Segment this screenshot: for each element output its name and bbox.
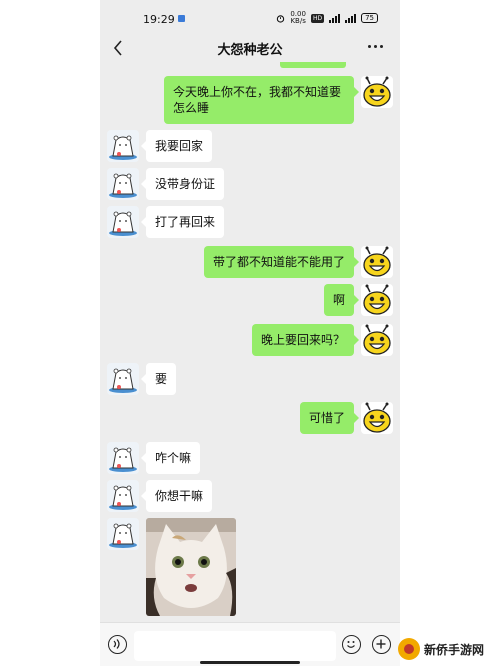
- chat-header: 大怨种老公: [100, 36, 400, 62]
- chat-title: 大怨种老公: [217, 43, 283, 58]
- home-indicator[interactable]: [200, 661, 300, 664]
- contact-avatar[interactable]: [107, 206, 139, 238]
- contact-avatar[interactable]: [107, 130, 139, 162]
- bear-avatar-icon: [107, 518, 139, 550]
- cat-sticker-photo[interactable]: [146, 518, 236, 616]
- message-bubble-in[interactable]: 打了再回来: [140, 206, 225, 238]
- bee-avatar-icon: [361, 324, 393, 356]
- watermark: 新侨手游网: [398, 636, 498, 662]
- bear-avatar-icon: [107, 480, 139, 512]
- message-bubble-in[interactable]: 没带身份证: [140, 168, 225, 200]
- input-bar: [100, 622, 400, 666]
- message-list[interactable]: 今天晚上你不在，我都不知道要怎么睡 我要回家 没带身份证 打了再回来 带了都不知…: [100, 62, 400, 622]
- app-notification-icon: [178, 15, 185, 22]
- bee-avatar-icon: [361, 284, 393, 316]
- bee-avatar-icon: [361, 246, 393, 278]
- message-bubble-in[interactable]: 我要回家: [140, 130, 213, 162]
- contact-avatar[interactable]: [107, 442, 139, 474]
- signal-icon-2: [345, 13, 357, 23]
- bear-avatar-icon: [107, 130, 139, 162]
- emoji-icon[interactable]: [342, 635, 361, 654]
- contact-avatar[interactable]: [107, 363, 139, 395]
- network-speed: 0.00 KB/s: [290, 11, 306, 25]
- watermark-logo-icon: [398, 638, 420, 660]
- plus-sign-icon: [376, 639, 386, 649]
- status-bar: 19:29 0.00 KB/s HD 75: [100, 0, 400, 36]
- bear-avatar-icon: [107, 206, 139, 238]
- battery-indicator: 75: [361, 13, 378, 23]
- message-bubble-out[interactable]: 晚上要回来吗？: [251, 324, 360, 356]
- phone-screen: 19:29 0.00 KB/s HD 75 大怨种老公 今天晚上你不在，我都不知…: [100, 0, 400, 666]
- contact-avatar[interactable]: [107, 168, 139, 200]
- bear-avatar-icon: [107, 442, 139, 474]
- my-avatar[interactable]: [361, 246, 393, 278]
- status-indicators: 0.00 KB/s HD 75: [276, 11, 378, 25]
- message-bubble-out[interactable]: 可惜了: [299, 402, 360, 434]
- contact-avatar[interactable]: [107, 518, 139, 550]
- my-avatar[interactable]: [361, 324, 393, 356]
- more-dots-icon[interactable]: [368, 45, 386, 51]
- message-bubble-in[interactable]: 你想干嘛: [140, 480, 213, 512]
- signal-icon: [329, 13, 341, 23]
- watermark-text: 新侨手游网: [424, 642, 485, 657]
- previous-message-bubble: [280, 62, 346, 68]
- plus-icon[interactable]: [372, 635, 391, 654]
- smile-icon: [347, 641, 355, 648]
- my-avatar[interactable]: [361, 284, 393, 316]
- cat-face-icon: [146, 518, 236, 616]
- bee-avatar-icon: [361, 402, 393, 434]
- message-bubble-out[interactable]: 啊: [323, 284, 360, 316]
- voice-wave-icon: [113, 639, 120, 649]
- network-speed-unit: KB/s: [290, 17, 306, 25]
- contact-avatar[interactable]: [107, 480, 139, 512]
- message-bubble-out[interactable]: 今天晚上你不在，我都不知道要怎么睡: [164, 76, 359, 124]
- bee-avatar-icon: [361, 76, 393, 108]
- my-avatar[interactable]: [361, 76, 393, 108]
- message-input[interactable]: [134, 631, 336, 661]
- hd-badge: HD: [310, 13, 325, 23]
- bear-avatar-icon: [107, 363, 139, 395]
- message-bubble-in[interactable]: 咋个嘛: [140, 442, 201, 474]
- status-time: 19:29: [143, 13, 175, 26]
- bear-avatar-icon: [107, 168, 139, 200]
- my-avatar[interactable]: [361, 402, 393, 434]
- message-bubble-in[interactable]: 要: [140, 363, 177, 395]
- alarm-icon: [277, 14, 285, 23]
- voice-icon[interactable]: [108, 635, 127, 654]
- message-bubble-out[interactable]: 带了都不知道能不能用了: [203, 246, 360, 278]
